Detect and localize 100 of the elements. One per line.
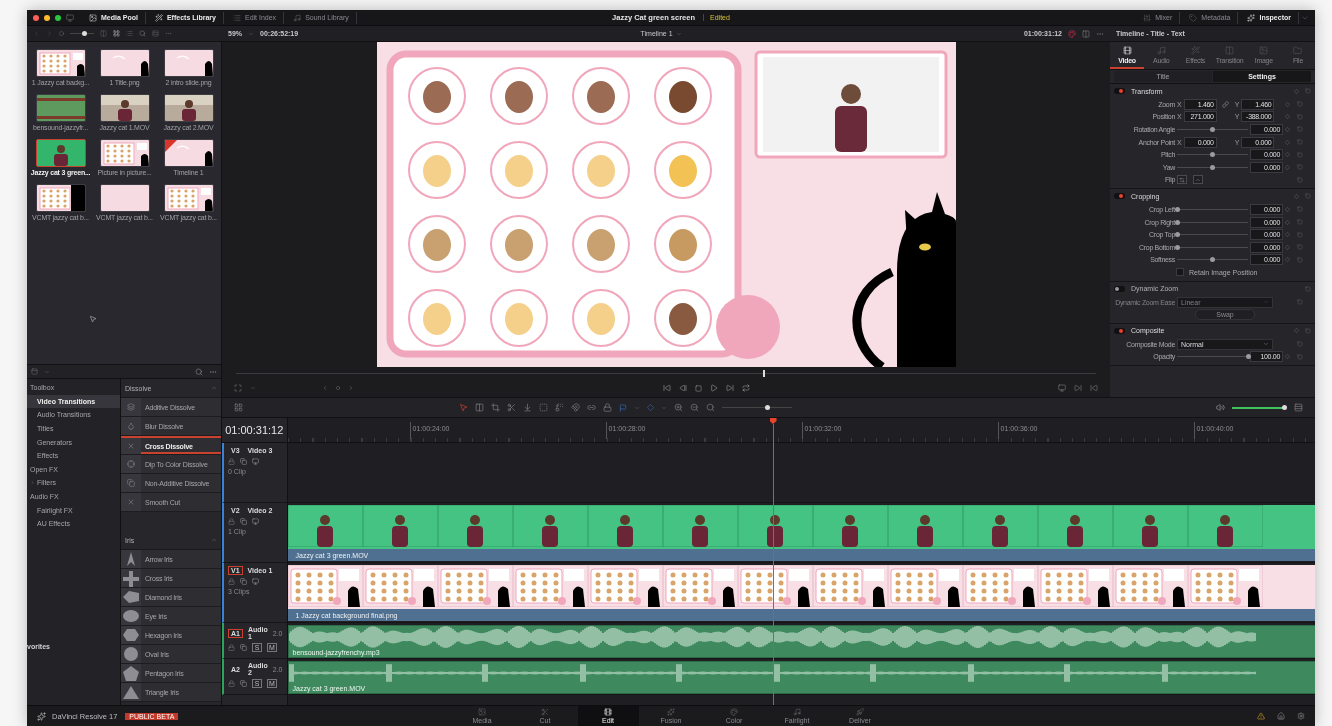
keyframe-icon[interactable] [1294, 88, 1299, 94]
marker-icon[interactable] [646, 404, 654, 411]
clip-thumbnail[interactable] [99, 139, 150, 167]
clip-thumbnail[interactable] [163, 94, 214, 122]
caret-icon[interactable] [660, 404, 667, 411]
search-icon[interactable] [139, 30, 146, 37]
zoom-full-icon[interactable] [673, 403, 683, 412]
tool-button[interactable] [602, 403, 612, 412]
zoom-button[interactable] [55, 14, 61, 21]
keyframe-icon[interactable] [1285, 354, 1290, 360]
reset-icon[interactable] [1297, 206, 1303, 213]
skip-forward-icon[interactable] [725, 384, 734, 392]
clip-thumbnail[interactable] [163, 184, 214, 212]
slider-thumb[interactable] [1281, 405, 1287, 410]
section-toggle[interactable] [1114, 285, 1125, 292]
reset-icon[interactable] [1297, 164, 1303, 171]
auto-select-icon[interactable] [240, 680, 247, 687]
keyframe-icon[interactable] [1285, 257, 1290, 263]
keyframe-icon[interactable] [1285, 139, 1290, 145]
caret-icon[interactable] [633, 404, 640, 411]
tool-button[interactable] [506, 403, 516, 412]
reset-icon[interactable] [1297, 256, 1303, 263]
clip-thumbnail[interactable] [163, 139, 214, 167]
reset-icon[interactable] [1297, 299, 1303, 305]
volume-icon[interactable] [1216, 403, 1225, 412]
reset-icon[interactable] [1297, 244, 1303, 251]
section-toggle[interactable] [1114, 88, 1125, 94]
slider-thumb[interactable] [1210, 257, 1215, 263]
stop-icon[interactable] [694, 384, 702, 392]
clip-thumbnail[interactable] [163, 49, 214, 77]
clip-thumbnail[interactable] [35, 49, 86, 77]
caret-icon[interactable] [248, 30, 254, 37]
clip-thumbnail[interactable] [99, 94, 150, 122]
skip-back-icon[interactable] [662, 384, 671, 392]
tool-button[interactable] [490, 403, 500, 412]
monitor-icon[interactable] [1058, 384, 1066, 392]
link-icon[interactable] [1222, 100, 1230, 108]
meter-icon[interactable] [1294, 403, 1303, 412]
panel-icon[interactable] [31, 368, 38, 375]
monitor-icon[interactable] [252, 458, 259, 465]
section-toggle[interactable] [1114, 193, 1125, 200]
video-clip[interactable] [287, 505, 1315, 549]
reset-icon[interactable] [1305, 327, 1311, 334]
keyframe-icon[interactable] [1285, 127, 1290, 132]
tool-button[interactable] [554, 403, 564, 412]
lock-icon[interactable] [228, 578, 235, 585]
list-view-icon[interactable] [126, 30, 133, 37]
flip-vertical-button[interactable] [1193, 175, 1203, 185]
reset-icon[interactable] [1297, 231, 1303, 238]
reset-icon[interactable] [1305, 193, 1311, 200]
previous-icon[interactable] [322, 385, 328, 391]
tool-button[interactable] [522, 403, 532, 412]
keyframe-icon[interactable] [1285, 101, 1290, 107]
checkbox[interactable] [1176, 268, 1184, 277]
playhead[interactable] [769, 418, 777, 705]
caret-icon[interactable] [44, 368, 50, 375]
slider-thumb[interactable] [1174, 244, 1180, 250]
reset-icon[interactable] [1297, 219, 1303, 226]
reset-icon[interactable] [1297, 139, 1303, 146]
tool-button[interactable] [538, 403, 548, 412]
clip-thumbnail[interactable] [35, 184, 86, 212]
viewer-size-icon[interactable] [234, 384, 242, 392]
clip-thumbnail[interactable] [35, 94, 86, 122]
tool-button[interactable] [586, 403, 596, 412]
keyframe-icon[interactable] [1294, 193, 1299, 199]
slider-thumb[interactable] [1210, 127, 1215, 132]
grid-view-icon[interactable] [113, 30, 120, 37]
reset-icon[interactable] [1297, 341, 1303, 348]
minimize-button[interactable] [44, 14, 50, 21]
zoom-detail-icon[interactable] [689, 403, 699, 412]
next-icon[interactable] [348, 385, 354, 391]
flag-icon[interactable] [618, 403, 627, 412]
keyframe-icon[interactable] [1285, 206, 1290, 212]
auto-select-icon[interactable] [240, 518, 247, 525]
loop-icon[interactable] [741, 384, 750, 392]
reset-icon[interactable] [1305, 88, 1311, 94]
clip-thumbnail[interactable] [99, 49, 150, 77]
reset-icon[interactable] [1297, 151, 1303, 158]
section-toggle[interactable] [1114, 327, 1125, 334]
tool-button[interactable] [474, 403, 484, 412]
monitor-icon[interactable] [66, 13, 74, 22]
keyframe-icon[interactable] [1285, 219, 1290, 225]
reset-icon[interactable] [1297, 353, 1303, 360]
close-button[interactable] [33, 14, 39, 21]
slider-thumb[interactable] [1174, 232, 1180, 238]
lock-icon[interactable] [228, 644, 235, 651]
slider-thumb[interactable] [1210, 152, 1215, 158]
slider-thumb[interactable] [1174, 219, 1180, 225]
video-clip[interactable] [287, 565, 1315, 609]
search-icon[interactable] [195, 367, 203, 376]
reverse-icon[interactable] [678, 384, 687, 392]
slider-thumb[interactable] [764, 405, 770, 410]
tool-button[interactable] [458, 403, 468, 412]
lock-icon[interactable] [228, 518, 235, 525]
auto-select-icon[interactable] [240, 458, 247, 465]
slider-thumb[interactable] [1245, 354, 1251, 360]
monitor-icon[interactable] [252, 518, 259, 525]
zoom-custom-icon[interactable] [705, 403, 715, 412]
reset-icon[interactable] [1297, 101, 1303, 108]
auto-select-icon[interactable] [240, 644, 247, 651]
